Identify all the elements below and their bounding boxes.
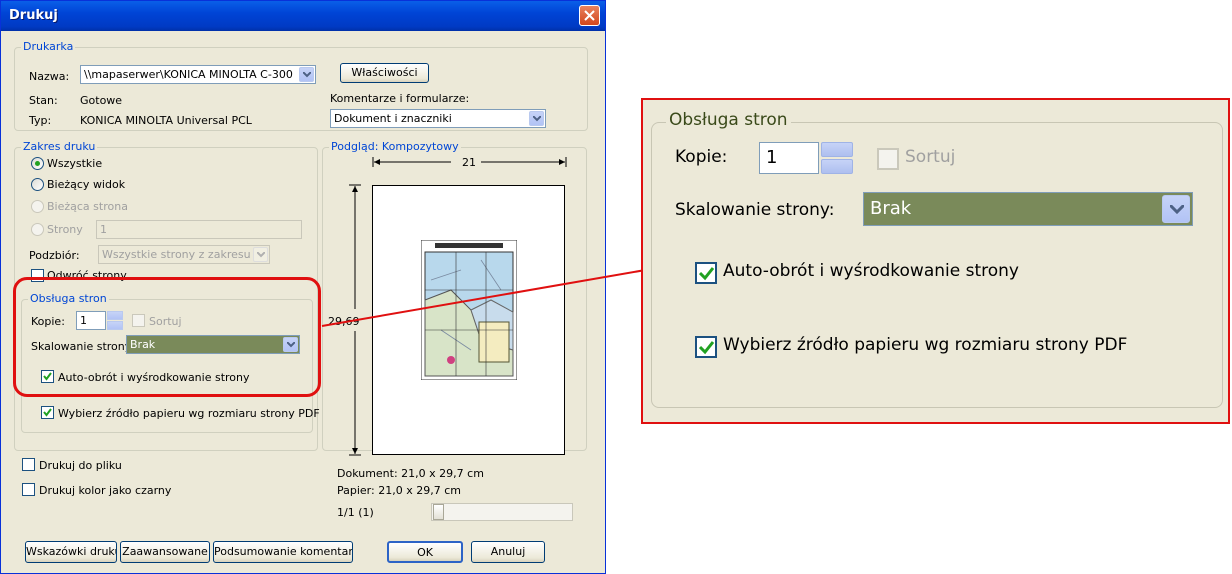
zoom-scaling-label: Skalowanie strony: [675,200,835,220]
zoom-paper-source-label: Wybierz źródło papieru wg rozmiaru stron… [723,335,1128,355]
zoom-copies-label: Kopie: [675,147,728,167]
zoom-paper-source-checkbox[interactable] [695,336,717,358]
zoom-collate-checkbox[interactable] [877,148,899,170]
spin-up-icon[interactable] [821,142,853,157]
zoom-auto-rotate-checkbox[interactable] [695,262,717,284]
zoom-copies-input[interactable]: 1 [759,142,819,174]
zoom-page-handling-legend: Obsługa stron [666,110,791,130]
checkmark-icon [699,267,714,281]
spin-down-icon[interactable] [821,159,853,174]
zoom-collate-label: Sortuj [905,147,956,167]
zoom-scaling-value: Brak [870,198,912,219]
zoom-copies-spinner[interactable] [821,142,853,174]
zoom-auto-rotate-label: Auto-obrót i wyśrodkowanie strony [723,261,1019,281]
zoomed-panel: Obsługa stron Kopie: 1 Sortuj Skalowanie… [641,98,1230,424]
checkmark-icon [699,341,714,355]
chevron-down-icon[interactable] [1162,195,1190,223]
zoom-scaling-select[interactable]: Brak [863,192,1193,226]
